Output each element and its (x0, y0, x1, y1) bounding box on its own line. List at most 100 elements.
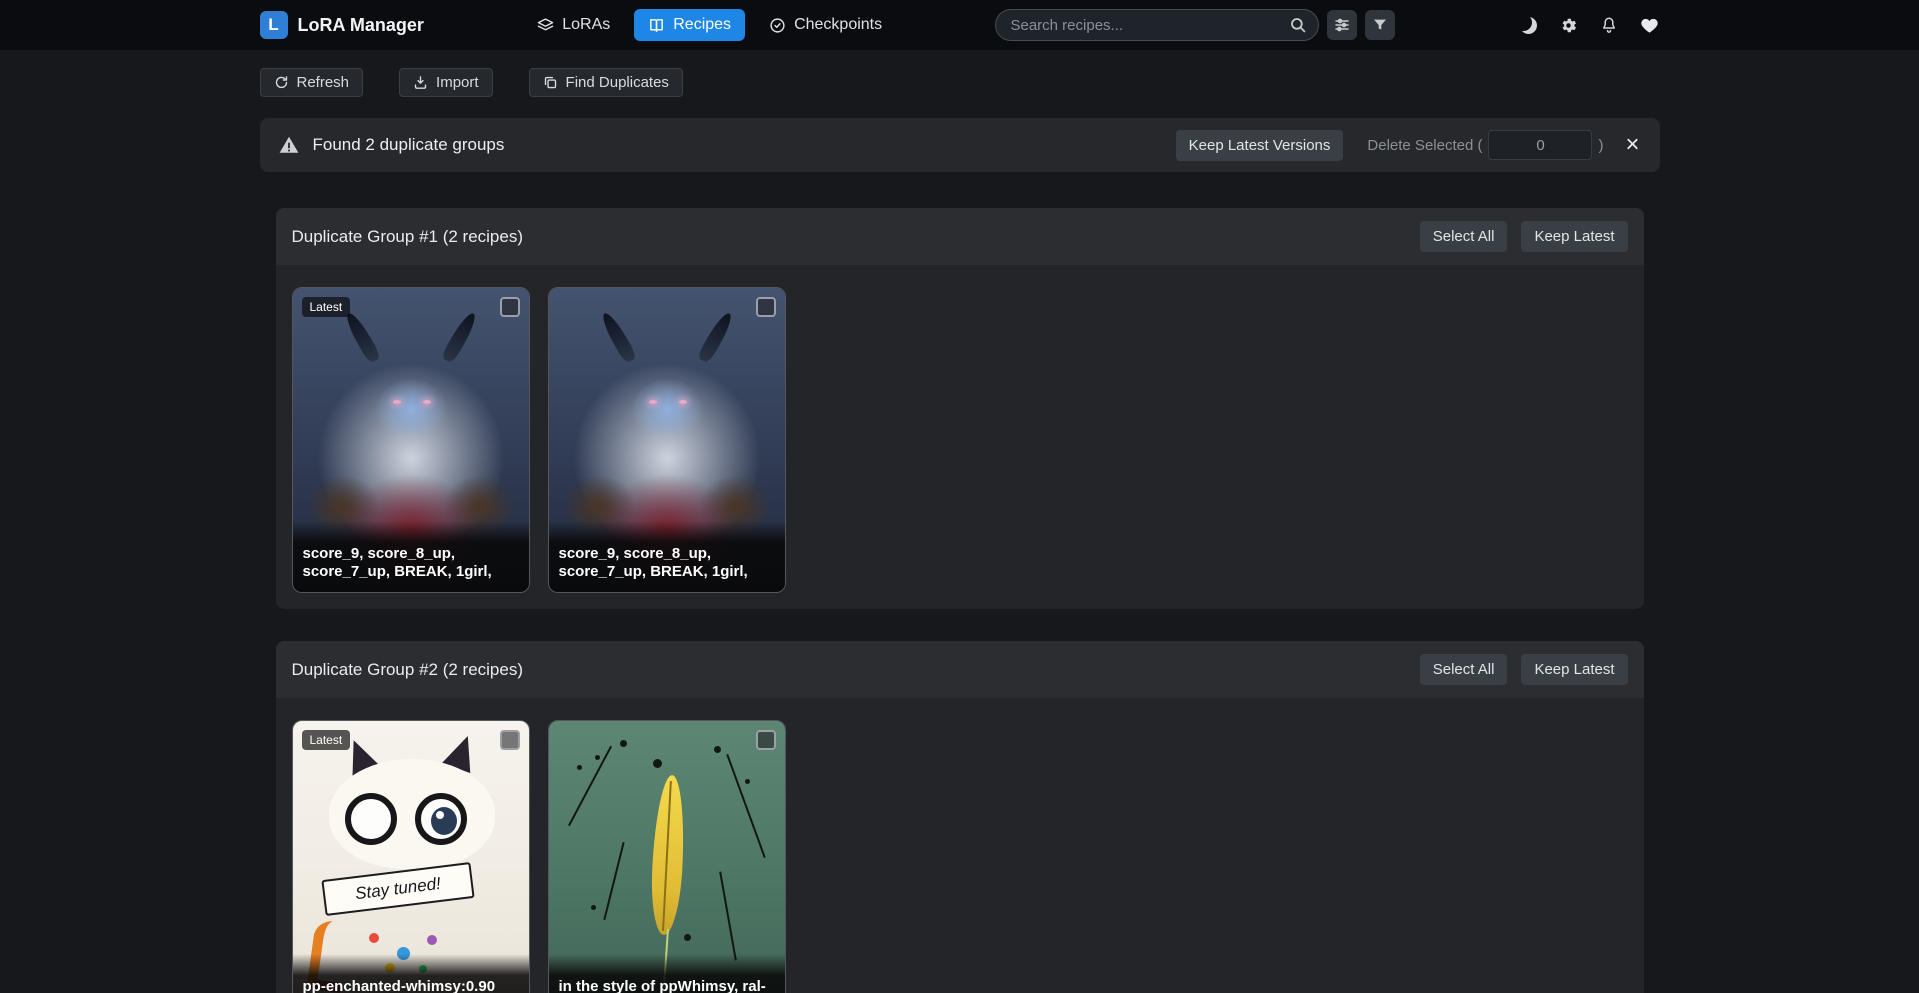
refresh-button[interactable]: Refresh (260, 68, 364, 97)
art-detail (345, 793, 397, 845)
bell-icon (1600, 16, 1618, 34)
recipe-caption: score_9, score_8_up, score_7_up, BREAK, … (549, 521, 785, 593)
latest-badge: Latest (302, 730, 351, 750)
import-button[interactable]: Import (399, 68, 493, 97)
recipe-caption: in the style of ppWhimsy, ral-frctlgmtry… (549, 954, 785, 993)
art-detail (598, 310, 637, 364)
tab-recipes[interactable]: Recipes (634, 9, 745, 41)
keep-latest-button[interactable]: Keep Latest (1521, 654, 1627, 685)
sign-text: Stay tuned! (321, 862, 474, 916)
recipe-card[interactable]: score_9, score_8_up, score_7_up, BREAK, … (548, 287, 786, 593)
art-detail (649, 400, 657, 404)
moon-icon (1520, 17, 1537, 34)
tab-loras[interactable]: LoRAs (523, 9, 624, 41)
recipe-caption: pp-enchanted-whimsy:0.90 ral-frctlgmtry_… (293, 954, 529, 993)
app-logo-icon: L (260, 11, 288, 39)
delete-count-input[interactable] (1488, 130, 1592, 160)
notifications-button[interactable] (1600, 16, 1618, 34)
art-detail (423, 400, 431, 404)
recipe-select-checkbox[interactable] (756, 730, 776, 750)
group-title: Duplicate Group #2 (2 recipes) (292, 660, 524, 680)
select-all-button[interactable]: Select All (1420, 654, 1508, 685)
toolbar: Refresh Import Find Duplicates (260, 50, 1660, 97)
art-detail (595, 755, 600, 760)
check-circle-icon (769, 17, 786, 34)
top-navbar: L LoRA Manager LoRAs Recipes Checkpoi (0, 0, 1919, 50)
find-duplicates-button[interactable]: Find Duplicates (529, 68, 683, 97)
theme-toggle-button[interactable] (1520, 17, 1537, 34)
nav-tabs: LoRAs Recipes Checkpoints (523, 9, 896, 41)
alert-message: Found 2 duplicate groups (313, 135, 505, 155)
group-actions: Select All Keep Latest (1420, 221, 1628, 252)
recipe-select-checkbox[interactable] (500, 730, 520, 750)
heart-icon (1640, 16, 1659, 35)
gear-icon (1559, 16, 1578, 35)
settings-button[interactable] (1559, 16, 1578, 35)
search-input[interactable] (995, 9, 1319, 41)
alert-actions: Keep Latest Versions Delete Selected ( )… (1176, 130, 1642, 161)
group-card-list: Stay tuned! Latest pp-enchanted-whimsy:0… (276, 698, 1644, 993)
recipe-select-checkbox[interactable] (500, 297, 520, 317)
art-detail (719, 872, 737, 961)
group-header: Duplicate Group #2 (2 recipes) Select Al… (276, 641, 1644, 698)
import-label: Import (436, 74, 479, 91)
search-icon[interactable] (1289, 14, 1311, 36)
group-actions: Select All Keep Latest (1420, 654, 1628, 685)
funnel-filter-button[interactable] (1365, 10, 1395, 40)
nav-icon-cluster (1520, 16, 1659, 35)
recipe-select-checkbox[interactable] (756, 297, 776, 317)
art-detail (427, 935, 437, 945)
close-icon[interactable]: × (1623, 133, 1641, 157)
duplicates-alert-banner: Found 2 duplicate groups Keep Latest Ver… (260, 118, 1660, 172)
art-detail (603, 842, 624, 920)
delete-selected-suffix: ) (1598, 137, 1603, 154)
group-header: Duplicate Group #1 (2 recipes) Select Al… (276, 208, 1644, 265)
art-detail (726, 754, 766, 858)
art-detail (440, 310, 479, 364)
tab-label: Checkpoints (794, 16, 882, 34)
art-detail (393, 400, 401, 404)
art-detail (696, 310, 735, 364)
art-detail (369, 933, 379, 943)
delete-selected-button[interactable]: Delete Selected ( ) (1367, 130, 1603, 160)
recipe-image: Stay tuned! (293, 721, 529, 993)
sliders-icon (1334, 17, 1350, 33)
group-title: Duplicate Group #1 (2 recipes) (292, 227, 524, 247)
import-icon (413, 75, 428, 90)
search-group (995, 9, 1395, 41)
duplicate-group-2: Duplicate Group #2 (2 recipes) Select Al… (276, 641, 1644, 993)
recipe-card[interactable]: Stay tuned! Latest pp-enchanted-whimsy:0… (292, 720, 530, 993)
copy-icon (543, 75, 558, 90)
funnel-icon (1372, 17, 1388, 33)
art-detail (648, 774, 686, 935)
tab-label: Recipes (673, 16, 731, 34)
filter-sliders-button[interactable] (1327, 10, 1357, 40)
recipe-image (549, 721, 785, 993)
group-card-list: Latest score_9, score_8_up, score_7_up, … (276, 265, 1644, 609)
main-content: Refresh Import Find Duplicates Found 2 d… (260, 50, 1660, 993)
layers-icon (537, 17, 554, 34)
warning-icon (278, 134, 300, 156)
delete-selected-label: Delete Selected ( (1367, 137, 1482, 154)
find-duplicates-label: Find Duplicates (566, 74, 669, 91)
art-detail (679, 400, 687, 404)
keep-latest-versions-button[interactable]: Keep Latest Versions (1176, 130, 1344, 161)
recipe-card[interactable]: Latest score_9, score_8_up, score_7_up, … (292, 287, 530, 593)
keep-latest-button[interactable]: Keep Latest (1521, 221, 1627, 252)
recipe-card[interactable]: in the style of ppWhimsy, ral-frctlgmtry… (548, 720, 786, 993)
duplicate-group-1: Duplicate Group #1 (2 recipes) Select Al… (276, 208, 1644, 609)
favorites-button[interactable] (1640, 16, 1659, 35)
tab-label: LoRAs (562, 16, 610, 34)
brand: L LoRA Manager (260, 11, 424, 39)
recipe-caption: score_9, score_8_up, score_7_up, BREAK, … (293, 521, 529, 593)
book-icon (648, 17, 665, 34)
refresh-icon (274, 75, 289, 90)
latest-badge: Latest (302, 297, 351, 317)
select-all-button[interactable]: Select All (1420, 221, 1508, 252)
tab-checkpoints[interactable]: Checkpoints (755, 9, 896, 41)
art-detail (342, 310, 381, 364)
art-detail (567, 746, 611, 826)
app-title: LoRA Manager (298, 15, 424, 36)
refresh-label: Refresh (297, 74, 350, 91)
art-detail (415, 793, 467, 845)
